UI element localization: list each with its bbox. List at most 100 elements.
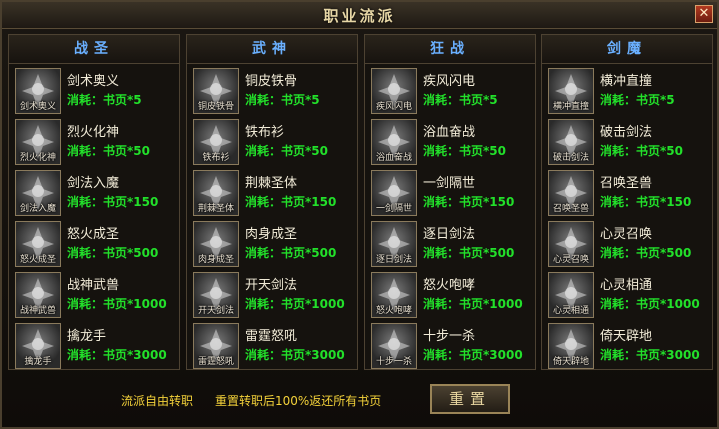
skill-cost: 消耗：书页*5 bbox=[600, 93, 675, 107]
skill-row[interactable]: 烈火化神 烈火化神 消耗：书页*50 bbox=[13, 117, 176, 165]
skill-icon-caption: 怒火成圣 bbox=[19, 255, 56, 265]
skill-name: 开天剑法 bbox=[245, 278, 298, 293]
skill-row[interactable]: 荆棘圣体 荆棘圣体 消耗：书页*150 bbox=[191, 168, 354, 216]
skill-name: 十步一杀 bbox=[423, 329, 476, 344]
column-title: 战圣 bbox=[9, 35, 179, 64]
skill-row[interactable]: 剑法入魔 剑法入魔 消耗：书页*150 bbox=[13, 168, 176, 216]
skill-name: 战神武兽 bbox=[67, 278, 120, 293]
skill-row[interactable]: 剑术奥义 剑术奥义 消耗：书页*5 bbox=[13, 66, 176, 114]
skill-row[interactable]: 逐日剑法 逐日剑法 消耗：书页*500 bbox=[369, 219, 532, 267]
skill-row[interactable]: 破击剑法 破击剑法 消耗：书页*50 bbox=[546, 117, 709, 165]
skill-name: 铁布衫 bbox=[245, 125, 285, 140]
single-sword-icon[interactable]: 一剑隔世 bbox=[371, 170, 417, 216]
skill-name: 荆棘圣体 bbox=[245, 176, 298, 191]
skill-row[interactable]: 肉身成圣 肉身成圣 消耗：书页*500 bbox=[191, 219, 354, 267]
skill-row[interactable]: 战神武兽 战神武兽 消耗：书页*1000 bbox=[13, 270, 176, 318]
sky-sword-icon[interactable]: 开天剑法 bbox=[193, 272, 239, 318]
skill-cost: 消耗：书页*150 bbox=[245, 195, 337, 209]
ten-step-kill-icon[interactable]: 十步一杀 bbox=[371, 323, 417, 369]
skill-name: 怒火咆哮 bbox=[423, 278, 476, 293]
sun-chaser-sword-icon[interactable]: 逐日剑法 bbox=[371, 221, 417, 267]
spirit-summon-icon[interactable]: 心灵召唤 bbox=[548, 221, 594, 267]
skill-cost: 消耗：书页*1000 bbox=[600, 297, 700, 311]
skill-cost: 消耗：书页*1000 bbox=[67, 297, 167, 311]
fire-spirit-icon[interactable]: 烈火化神 bbox=[15, 119, 61, 165]
skill-cost: 消耗：书页*150 bbox=[423, 195, 515, 209]
skill-icon-caption: 肉身成圣 bbox=[197, 255, 234, 265]
summon-beast-icon[interactable]: 召唤圣兽 bbox=[548, 170, 594, 216]
charge-icon[interactable]: 横冲直撞 bbox=[548, 68, 594, 114]
skill-row[interactable]: 雷霆怒吼 雷霆怒吼 消耗：书页*3000 bbox=[191, 321, 354, 369]
break-strike-icon[interactable]: 破击剑法 bbox=[548, 119, 594, 165]
war-beast-icon[interactable]: 战神武兽 bbox=[15, 272, 61, 318]
skill-icon-caption: 心灵召唤 bbox=[552, 255, 589, 265]
blood-battle-icon[interactable]: 浴血奋战 bbox=[371, 119, 417, 165]
skill-name: 一剑隔世 bbox=[423, 176, 476, 191]
thorn-body-icon[interactable]: 荆棘圣体 bbox=[193, 170, 239, 216]
rage-roar-icon[interactable]: 怒火咆哮 bbox=[371, 272, 417, 318]
skill-row[interactable]: 浴血奋战 浴血奋战 消耗：书页*50 bbox=[369, 117, 532, 165]
rage-warrior-icon[interactable]: 怒火成圣 bbox=[15, 221, 61, 267]
skill-icon-caption: 怒火咆哮 bbox=[375, 306, 412, 316]
crossed-swords-icon[interactable]: 剑法入魔 bbox=[15, 170, 61, 216]
dragon-grip-icon[interactable]: 擒龙手 bbox=[15, 323, 61, 369]
skill-cost: 消耗：书页*3000 bbox=[67, 348, 167, 362]
skill-row[interactable]: 铁布衫 铁布衫 消耗：书页*50 bbox=[191, 117, 354, 165]
reset-button[interactable]: 重置 bbox=[430, 384, 510, 414]
skill-row[interactable]: 擒龙手 擒龙手 消耗：书页*3000 bbox=[13, 321, 176, 369]
wind-lightning-icon[interactable]: 疾风闪电 bbox=[371, 68, 417, 114]
skill-row[interactable]: 横冲直撞 横冲直撞 消耗：书页*5 bbox=[546, 66, 709, 114]
skill-row[interactable]: 怒火成圣 怒火成圣 消耗：书页*500 bbox=[13, 219, 176, 267]
skill-icon-caption: 十步一杀 bbox=[375, 357, 412, 367]
column-kuangzhan: 狂战 疾风闪电 疾风闪电 消耗：书页*5 浴血奋战 浴血奋战 消耗：书页*50 一剑隔世 一剑隔… bbox=[364, 34, 536, 370]
skill-cost: 消耗：书页*50 bbox=[67, 144, 150, 158]
skill-row[interactable]: 开天剑法 开天剑法 消耗：书页*1000 bbox=[191, 270, 354, 318]
window-title: 职业流派 bbox=[323, 7, 396, 25]
skill-icon-caption: 战神武兽 bbox=[19, 306, 56, 316]
skill-name: 浴血奋战 bbox=[423, 125, 476, 140]
skill-icon-caption: 召唤圣兽 bbox=[552, 204, 589, 214]
skill-row[interactable]: 一剑隔世 一剑隔世 消耗：书页*150 bbox=[369, 168, 532, 216]
skill-name: 倚天辟地 bbox=[600, 329, 653, 344]
skill-cost: 消耗：书页*3000 bbox=[423, 348, 523, 362]
skill-icon-caption: 剑法入魔 bbox=[19, 204, 56, 214]
skill-row[interactable]: 倚天辟地 倚天辟地 消耗：书页*3000 bbox=[546, 321, 709, 369]
heaven-split-icon[interactable]: 倚天辟地 bbox=[548, 323, 594, 369]
refund-note: 重置转职后100%返还所有书页 bbox=[215, 394, 382, 408]
skill-icon-caption: 浴血奋战 bbox=[375, 153, 412, 163]
skill-row[interactable]: 铜皮铁骨 铜皮铁骨 消耗：书页*5 bbox=[191, 66, 354, 114]
iron-shirt-icon[interactable]: 铁布衫 bbox=[193, 119, 239, 165]
skill-row[interactable]: 心灵召唤 心灵召唤 消耗：书页*500 bbox=[546, 219, 709, 267]
skill-row[interactable]: 怒火咆哮 怒火咆哮 消耗：书页*1000 bbox=[369, 270, 532, 318]
skill-cost: 消耗：书页*500 bbox=[423, 246, 515, 260]
skill-icon-caption: 逐日剑法 bbox=[375, 255, 412, 265]
skill-cost: 消耗：书页*5 bbox=[67, 93, 142, 107]
iron-body-icon[interactable]: 铜皮铁骨 bbox=[193, 68, 239, 114]
skill-cost: 消耗：书页*1000 bbox=[423, 297, 523, 311]
skill-row[interactable]: 十步一杀 十步一杀 消耗：书页*3000 bbox=[369, 321, 532, 369]
skill-name: 逐日剑法 bbox=[423, 227, 476, 242]
free-transfer-note: 流派自由转职 bbox=[121, 394, 194, 408]
sword-mastery-icon[interactable]: 剑术奥义 bbox=[15, 68, 61, 114]
close-button[interactable]: ✕ bbox=[695, 5, 713, 23]
skill-name: 铜皮铁骨 bbox=[245, 74, 298, 89]
skill-icon-caption: 烈火化神 bbox=[19, 153, 56, 163]
column-jianmo: 剑魔 横冲直撞 横冲直撞 消耗：书页*5 破击剑法 破击剑法 消耗：书页*50 召唤圣兽 召唤圣… bbox=[541, 34, 713, 370]
skill-name: 疾风闪电 bbox=[423, 74, 476, 89]
skill-row[interactable]: 疾风闪电 疾风闪电 消耗：书页*5 bbox=[369, 66, 532, 114]
thunder-roar-icon[interactable]: 雷霆怒吼 bbox=[193, 323, 239, 369]
skill-cost: 消耗：书页*5 bbox=[245, 93, 320, 107]
skill-row[interactable]: 心灵相通 心灵相通 消耗：书页*1000 bbox=[546, 270, 709, 318]
skill-name: 破击剑法 bbox=[600, 125, 653, 140]
skill-name: 擒龙手 bbox=[67, 329, 107, 344]
column-wushen: 武神 铜皮铁骨 铜皮铁骨 消耗：书页*5 铁布衫 铁布衫 消耗：书页*50 荆棘圣体 荆棘圣体消… bbox=[186, 34, 358, 370]
skill-cost: 消耗：书页*3000 bbox=[245, 348, 345, 362]
skill-row[interactable]: 召唤圣兽 召唤圣兽 消耗：书页*150 bbox=[546, 168, 709, 216]
spirit-link-icon[interactable]: 心灵相通 bbox=[548, 272, 594, 318]
column-zhansheng: 战圣 剑术奥义 剑术奥义 消耗：书页*5 烈火化神 烈火化神 消耗：书页*50 剑法入魔 剑法入… bbox=[8, 34, 180, 370]
skill-cost: 消耗：书页*150 bbox=[600, 195, 692, 209]
holy-body-icon[interactable]: 肉身成圣 bbox=[193, 221, 239, 267]
skill-icon-caption: 疾风闪电 bbox=[375, 102, 412, 112]
skill-icon-caption: 一剑隔世 bbox=[375, 204, 412, 214]
skill-icon-caption: 破击剑法 bbox=[552, 153, 589, 163]
